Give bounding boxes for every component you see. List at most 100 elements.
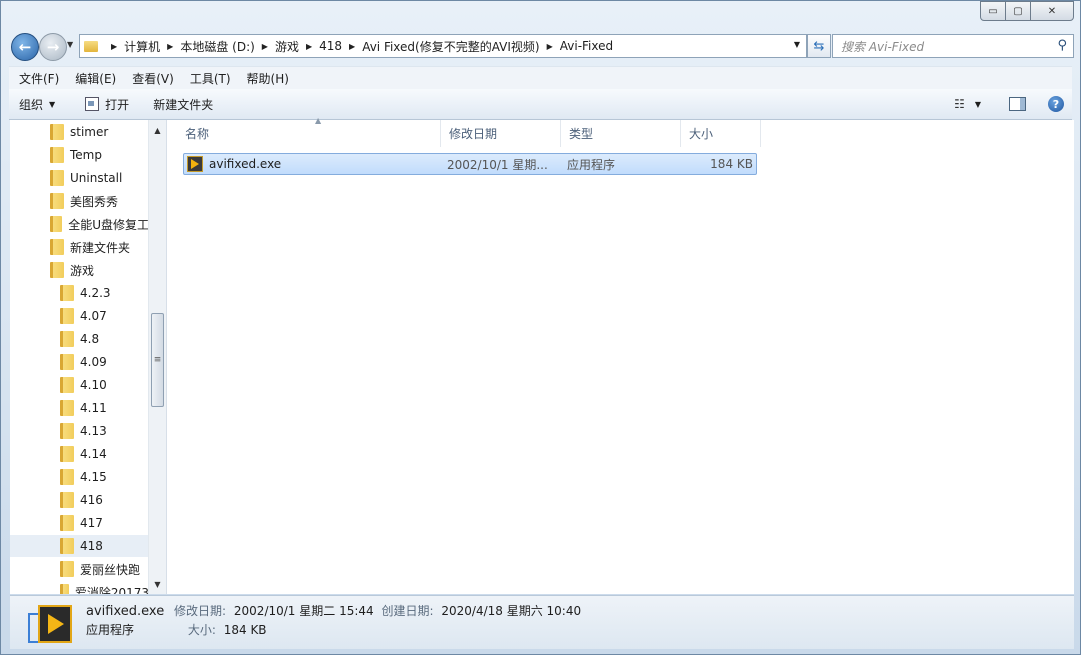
tree-item[interactable]: 4.13 bbox=[10, 420, 149, 442]
tree-item[interactable]: 爱消除20173 bbox=[10, 581, 149, 594]
tree-item[interactable]: 4.15 bbox=[10, 466, 149, 488]
tree-item[interactable]: 游戏 bbox=[10, 259, 149, 281]
chevron-right-icon[interactable]: ▶ bbox=[547, 42, 553, 51]
chevron-down-icon[interactable]: ▼ bbox=[794, 40, 800, 49]
tree-item[interactable]: Uninstall bbox=[10, 167, 149, 189]
address-bar[interactable]: ▶ 计算机 ▶ 本地磁盘 (D:) ▶ 游戏 ▶ 418 ▶ Avi Fixed… bbox=[79, 34, 807, 58]
tree-item[interactable]: 新建文件夹 bbox=[10, 236, 149, 258]
menu-help[interactable]: 帮助(H) bbox=[239, 70, 297, 87]
breadcrumb-local-disk[interactable]: 本地磁盘 (D:) bbox=[180, 38, 254, 55]
breadcrumb-avi-fixed[interactable]: Avi-Fixed bbox=[560, 39, 613, 53]
view-options-icon[interactable]: ☷ bbox=[954, 97, 965, 111]
open-button[interactable]: 打开 bbox=[75, 89, 139, 119]
folder-icon bbox=[50, 216, 63, 232]
menu-view[interactable]: 查看(V) bbox=[124, 70, 182, 87]
chevron-right-icon[interactable]: ▶ bbox=[349, 42, 355, 51]
folder-icon bbox=[84, 40, 98, 52]
minimize-button[interactable]: ▭ bbox=[980, 1, 1006, 21]
menu-edit[interactable]: 编辑(E) bbox=[67, 70, 124, 87]
details-created-label: 创建日期: bbox=[381, 604, 434, 618]
search-icon[interactable]: ⚲ bbox=[1057, 38, 1067, 53]
scroll-down-icon[interactable]: ▼ bbox=[149, 576, 166, 592]
close-button[interactable]: ✕ bbox=[1030, 1, 1074, 21]
chevron-down-icon: ▼ bbox=[49, 99, 56, 109]
tree-item-label: 4.14 bbox=[80, 447, 107, 461]
tree-item[interactable]: 4.2.3 bbox=[10, 282, 149, 304]
tree-item[interactable]: Temp bbox=[10, 144, 149, 166]
open-label: 打开 bbox=[105, 97, 130, 112]
folder-icon bbox=[60, 308, 74, 324]
tree-item[interactable]: 4.07 bbox=[10, 305, 149, 327]
tree-item[interactable]: 4.14 bbox=[10, 443, 149, 465]
refresh-button[interactable]: ⇆ bbox=[807, 34, 831, 58]
search-input[interactable]: 搜索 Avi-Fixed ⚲ bbox=[832, 34, 1074, 58]
file-row[interactable]: avifixed.exe 2002/10/1 星期... 应用程序 184 KB bbox=[183, 153, 757, 175]
close-icon: ✕ bbox=[1047, 5, 1057, 17]
tree-item-label: 游戏 bbox=[70, 263, 95, 278]
folder-icon bbox=[50, 170, 64, 186]
tree-item[interactable]: 416 bbox=[10, 489, 149, 511]
breadcrumb-games[interactable]: 游戏 bbox=[275, 38, 299, 55]
column-header-modified[interactable]: 修改日期 bbox=[441, 120, 561, 147]
chevron-right-icon[interactable]: ▶ bbox=[306, 42, 312, 51]
new-folder-button[interactable]: 新建文件夹 bbox=[143, 89, 223, 119]
menu-file[interactable]: 文件(F) bbox=[11, 70, 67, 87]
nav-scrollbar[interactable]: ▲ ≡ ▼ bbox=[148, 120, 166, 594]
tree-item[interactable]: 4.09 bbox=[10, 351, 149, 373]
folder-icon bbox=[60, 423, 74, 439]
tree-item[interactable]: 4.10 bbox=[10, 374, 149, 396]
folder-icon bbox=[50, 147, 64, 163]
help-icon[interactable]: ? bbox=[1048, 96, 1064, 112]
forward-button[interactable]: → bbox=[39, 33, 67, 61]
command-bar: 组织 ▼ 打开 新建文件夹 ☷ ▼ ? bbox=[9, 89, 1072, 120]
column-name-label: 名称 bbox=[185, 127, 210, 141]
tree-item-label: 4.09 bbox=[80, 355, 107, 369]
tree-item-label: 4.07 bbox=[80, 309, 107, 323]
file-type: 应用程序 bbox=[567, 157, 616, 172]
tree-item[interactable]: 417 bbox=[10, 512, 149, 534]
column-header-name[interactable]: 名称 ▲ bbox=[177, 116, 441, 147]
menu-tools[interactable]: 工具(T) bbox=[182, 70, 239, 87]
chevron-right-icon[interactable]: ▶ bbox=[262, 42, 268, 51]
tree-item[interactable]: 美图秀秀 bbox=[10, 190, 149, 212]
tree-item-label: 爱消除20173 bbox=[74, 585, 149, 595]
tree-item-label: 417 bbox=[80, 516, 103, 530]
tree-item[interactable]: 4.11 bbox=[10, 397, 149, 419]
tree-item[interactable]: 爱丽丝快跑 bbox=[10, 558, 149, 580]
chevron-down-icon[interactable]: ▼ bbox=[975, 100, 981, 109]
organize-label: 组织 bbox=[19, 97, 44, 112]
maximize-button[interactable]: ▢ bbox=[1005, 1, 1031, 21]
arrow-left-icon: ← bbox=[18, 38, 32, 56]
column-header-type[interactable]: 类型 bbox=[561, 120, 681, 147]
caption-buttons: ▭ ▢ ✕ bbox=[980, 1, 1074, 21]
breadcrumb-avi-fixed-parent[interactable]: Avi Fixed(修复不完整的AVI视频) bbox=[362, 38, 539, 55]
folder-icon bbox=[60, 400, 74, 416]
folder-icon bbox=[60, 561, 74, 577]
folder-icon bbox=[60, 515, 74, 531]
file-name-cell: avifixed.exe bbox=[187, 154, 281, 174]
folder-icon bbox=[60, 584, 69, 594]
details-modified-label: 修改日期: bbox=[174, 604, 227, 618]
tree-item-label: 4.8 bbox=[80, 332, 100, 346]
breadcrumb-418[interactable]: 418 bbox=[319, 39, 342, 53]
tree-item[interactable]: 全能U盘修复工 bbox=[10, 213, 149, 235]
scroll-up-icon[interactable]: ▲ bbox=[149, 122, 166, 138]
chevron-right-icon[interactable]: ▶ bbox=[167, 42, 173, 51]
breadcrumb-computer[interactable]: 计算机 bbox=[124, 38, 160, 55]
scroll-thumb[interactable]: ≡ bbox=[151, 313, 164, 407]
tree-item[interactable]: stimer bbox=[10, 121, 149, 143]
back-button[interactable]: ← bbox=[11, 33, 39, 61]
preview-pane-icon[interactable] bbox=[1009, 97, 1026, 111]
tree-item-label: 新建文件夹 bbox=[70, 240, 131, 255]
tree-item[interactable]: 4.8 bbox=[10, 328, 149, 350]
column-header-size[interactable]: 大小 bbox=[681, 120, 761, 147]
folder-icon bbox=[60, 377, 74, 393]
search-placeholder: 搜索 Avi-Fixed bbox=[841, 39, 925, 54]
new-folder-label: 新建文件夹 bbox=[153, 97, 214, 112]
tree-item[interactable]: 418 bbox=[10, 535, 149, 557]
recent-pages-dropdown[interactable]: ▼ bbox=[67, 40, 73, 49]
chevron-right-icon[interactable]: ▶ bbox=[111, 42, 117, 51]
tree-item-label: stimer bbox=[70, 125, 109, 139]
organize-button[interactable]: 组织 ▼ bbox=[9, 89, 65, 119]
folder-icon bbox=[60, 285, 74, 301]
